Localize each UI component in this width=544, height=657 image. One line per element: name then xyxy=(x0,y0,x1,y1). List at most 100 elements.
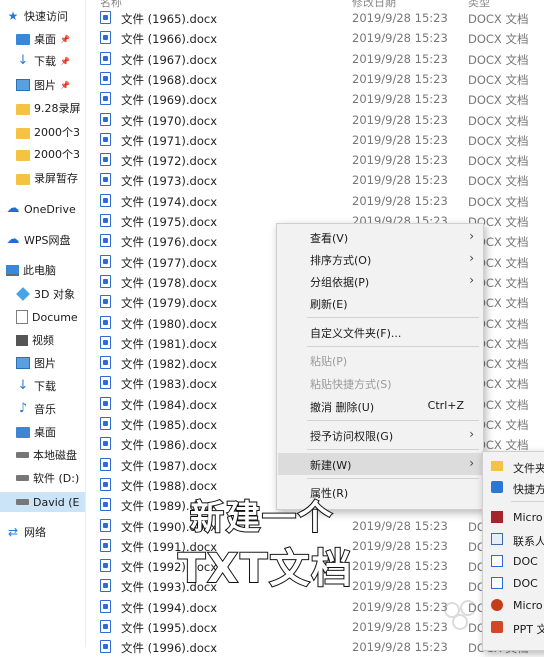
nav-item[interactable]: 图片 📌 xyxy=(0,75,85,95)
pin-icon[interactable]: 📌 xyxy=(60,57,70,66)
menu-item-group[interactable]: 分组依据(P) › xyxy=(278,270,482,292)
folder-icon xyxy=(16,149,30,161)
nav-item[interactable]: 3D 对象 xyxy=(0,284,85,304)
menu-item-label: 授予访问权限(G) xyxy=(310,430,394,443)
menu-item-new[interactable]: 新建(W) › xyxy=(278,453,482,475)
nav-item[interactable]: ☁ WPS网盘 xyxy=(0,230,85,250)
file-name: 文件 (1967).docx xyxy=(121,52,218,67)
table-row[interactable]: 文件 (1966).docx 2019/9/28 15:23 DOCX 文档 xyxy=(86,28,544,48)
word-document-icon xyxy=(100,254,111,268)
nav-item[interactable]: 2000个3 xyxy=(0,144,85,164)
menu-item-customize-folder[interactable]: 自定义文件夹(F)... xyxy=(278,321,482,343)
menu-item-label: 粘贴(P) xyxy=(310,355,348,368)
word-document-icon xyxy=(100,11,111,24)
chevron-right-icon: › xyxy=(469,251,474,265)
nav-item[interactable]: David (E xyxy=(0,492,85,512)
nav-item[interactable]: ↓ 下载 xyxy=(0,376,85,396)
nav-item[interactable]: 此电脑 xyxy=(0,260,85,280)
nav-item[interactable]: 视频 xyxy=(0,330,85,350)
pictures-icon xyxy=(16,357,30,369)
file-name: 文件 (1977).docx xyxy=(121,255,218,270)
file-date: 2019/9/28 15:23 xyxy=(352,173,448,188)
nav-item[interactable]: 软件 (D:) xyxy=(0,468,85,488)
menu-separator xyxy=(307,449,479,450)
file-name: 文件 (1970).docx xyxy=(121,113,218,128)
contact-icon xyxy=(491,533,503,545)
word-document-icon xyxy=(100,396,111,410)
word-document-icon xyxy=(100,274,111,288)
file-type: DOCX 文档 xyxy=(468,72,529,87)
nav-item[interactable]: ★ 快速访问 xyxy=(0,6,85,26)
file-date: 2019/9/28 15:23 xyxy=(352,132,448,147)
menu-item-refresh[interactable]: 刷新(E) xyxy=(278,292,482,314)
file-name: 文件 (1994).docx xyxy=(121,600,218,615)
table-row[interactable]: 文件 (1965).docx 2019/9/28 15:23 DOCX 文档 xyxy=(86,8,544,28)
word-document-icon xyxy=(100,31,111,45)
word-document-icon xyxy=(100,437,111,451)
nav-item[interactable]: 录屏暂存 xyxy=(0,168,85,188)
word-document-icon xyxy=(100,193,111,207)
nav-item[interactable]: 2000个3 xyxy=(0,122,85,142)
menu-item-grant-access[interactable]: 授予访问权限(G) › xyxy=(278,424,482,446)
3d-objects-icon xyxy=(16,287,30,301)
nav-item[interactable]: 桌面 xyxy=(0,422,85,442)
file-name: 文件 (1973).docx xyxy=(121,174,218,189)
table-row[interactable]: 文件 (1996).docx2019/9/28 15:23DOCX 文档 xyxy=(86,637,544,657)
menu-item-view[interactable]: 查看(V) › xyxy=(278,226,482,248)
file-name: 文件 (1965).docx xyxy=(121,12,218,26)
table-row[interactable]: 文件 (1970).docx 2019/9/28 15:23 DOCX 文档 xyxy=(86,110,544,130)
submenu-item[interactable]: DOC xyxy=(483,551,544,572)
word-document-icon xyxy=(100,477,111,491)
file-name: 文件 (1980).docx xyxy=(121,316,218,331)
nav-item[interactable]: ☁ OneDrive xyxy=(0,199,85,219)
nav-item[interactable]: 图片 xyxy=(0,353,85,373)
desktop-folder-icon xyxy=(16,33,30,45)
pin-icon[interactable]: 📌 xyxy=(60,81,70,90)
table-row[interactable]: 文件 (1967).docx 2019/9/28 15:23 DOCX 文档 xyxy=(86,49,544,69)
submenu-item[interactable]: 联系人 xyxy=(483,529,544,550)
doc-icon xyxy=(491,555,503,567)
file-date: 2019/9/28 15:23 xyxy=(352,92,448,107)
submenu-item[interactable]: 文件夹 xyxy=(483,456,544,477)
file-date: 2019/9/28 15:23 xyxy=(352,559,448,574)
nav-item-label: WPS网盘 xyxy=(24,234,71,247)
table-row[interactable]: 文件 (1971).docx 2019/9/28 15:23 DOCX 文档 xyxy=(86,130,544,150)
submenu-item[interactable]: 快捷方 xyxy=(483,477,544,498)
shortcut-icon xyxy=(491,481,503,493)
file-type: DOCX 文档 xyxy=(468,113,529,128)
file-name: 文件 (1995).docx xyxy=(121,621,218,635)
nav-item-label: 3D 对象 xyxy=(34,288,75,301)
word-document-icon xyxy=(100,92,111,106)
table-row[interactable]: 文件 (1974).docx 2019/9/28 15:23 DOCX 文档 xyxy=(86,191,544,211)
file-type: DOCX 文档 xyxy=(468,194,529,209)
pin-icon[interactable]: 📌 xyxy=(60,35,70,44)
nav-item[interactable]: Docume xyxy=(0,307,85,327)
menu-item-sort[interactable]: 排序方式(O) › xyxy=(278,248,482,270)
table-row[interactable]: 文件 (1973).docx 2019/9/28 15:23 DOCX 文档 xyxy=(86,170,544,190)
nav-item-label: Docume xyxy=(32,310,78,324)
word-document-icon xyxy=(100,559,111,573)
file-date: 2019/9/28 15:23 xyxy=(352,518,448,533)
nav-item[interactable]: 9.28录屏 xyxy=(0,98,85,118)
menu-item-undo-delete[interactable]: 撤消 删除(U) Ctrl+Z xyxy=(278,395,482,417)
nav-item[interactable]: ⇄ 网络 xyxy=(0,522,85,542)
file-date: 2019/9/28 15:23 xyxy=(352,579,448,594)
table-row[interactable]: 文件 (1968).docx 2019/9/28 15:23 DOCX 文档 xyxy=(86,69,544,89)
menu-item-paste[interactable]: 粘贴(P) xyxy=(278,349,482,371)
submenu-item[interactable]: DOC xyxy=(483,573,544,594)
submenu-item[interactable]: Micro xyxy=(483,507,544,528)
nav-item-label: 图片 xyxy=(34,357,56,370)
nav-item[interactable]: ↓ 下载 📌 xyxy=(0,51,85,71)
nav-item[interactable]: ♪ 音乐 xyxy=(0,399,85,419)
table-row[interactable]: 文件 (1972).docx 2019/9/28 15:23 DOCX 文档 xyxy=(86,150,544,170)
file-date: 2019/9/28 15:23 xyxy=(352,640,448,655)
file-type: DOCX 文档 xyxy=(468,174,529,189)
table-row[interactable]: 文件 (1969).docx 2019/9/28 15:23 DOCX 文档 xyxy=(86,89,544,109)
nav-item[interactable]: 本地磁盘 xyxy=(0,445,85,465)
folder-icon xyxy=(16,103,30,115)
caption-line-2: TXT文档 xyxy=(177,545,354,593)
file-name: 文件 (1968).docx xyxy=(121,72,218,87)
nav-item[interactable]: 桌面 📌 xyxy=(0,29,85,49)
submenu-item-label: 联系人 xyxy=(513,535,544,548)
menu-item-paste-shortcut[interactable]: 粘贴快捷方式(S) xyxy=(278,372,482,394)
